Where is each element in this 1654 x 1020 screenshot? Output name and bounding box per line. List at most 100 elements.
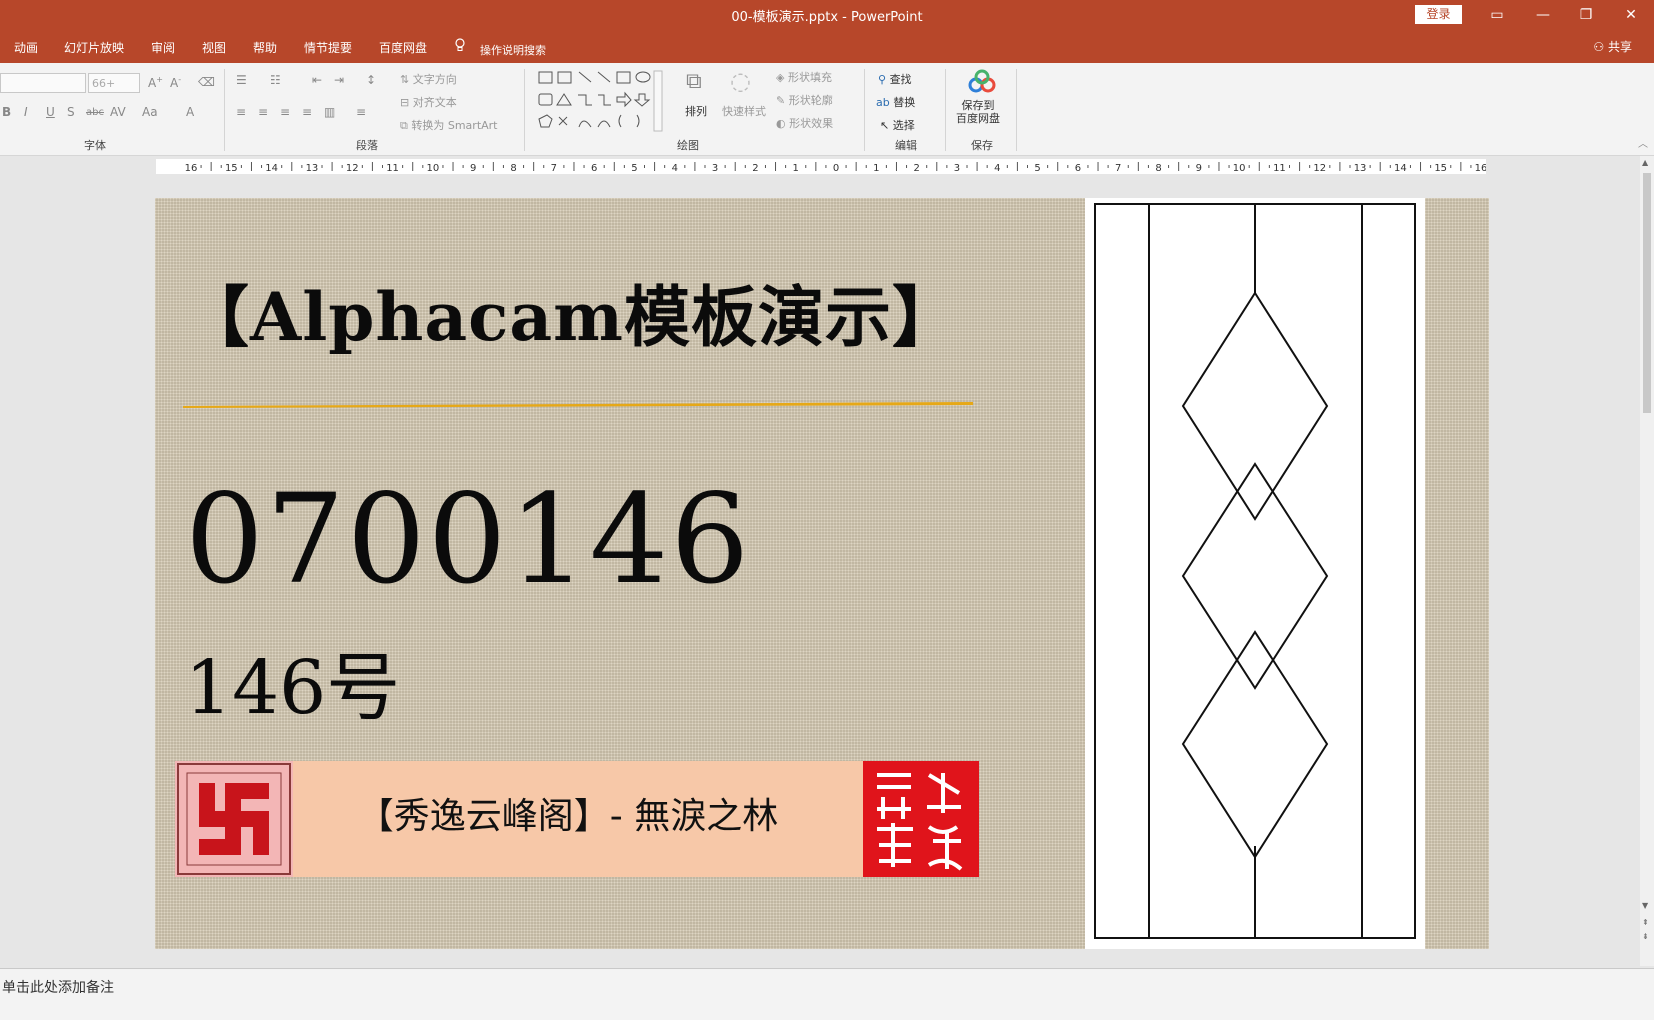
ruler-label: 1 [793,163,799,174]
columns-icon[interactable]: ▥ [324,105,335,119]
clear-format-icon[interactable]: ⌫ [198,75,215,89]
ruler-label: 13 [306,163,319,174]
close-icon[interactable]: ✕ [1608,0,1654,30]
slide-title[interactable]: 【Alphacam模板演示】 [183,264,959,360]
ribbon-display-options-icon[interactable]: ▭ [1474,0,1520,30]
scroll-up-icon[interactable]: ▲ [1642,158,1648,167]
tell-me-search[interactable]: 操作说明搜索 [480,42,546,58]
collapse-ribbon-icon[interactable]: ︿ [1638,135,1648,150]
separator [945,69,946,151]
underline-icon[interactable]: U [46,105,55,119]
bullets-icon[interactable]: ☰ [236,73,247,87]
tab-review[interactable]: 审阅 [151,39,175,56]
group-drawing-label: 绘图 [677,139,699,152]
text-direction-label: 文字方向 [412,73,457,86]
shape-effects-button[interactable]: ◐ 形状效果 [776,115,833,131]
arrange-label[interactable]: 排列 [685,103,707,119]
shrink-font-icon[interactable]: A- [170,75,181,90]
group-save-label: 保存 [971,139,993,152]
convert-smartart-label: 转换为 SmartArt [411,119,498,132]
grow-font-icon[interactable]: A+ [148,75,163,90]
font-name-combo[interactable] [0,73,86,93]
scroll-down-icon[interactable]: ▼ [1642,901,1648,910]
ruler-label: 15 [225,163,238,174]
font-size-combo[interactable]: 66+ [88,73,140,93]
char-spacing-icon[interactable]: AV [110,105,126,119]
align-text-icon: ⊟ [400,96,410,109]
bold-icon[interactable]: B [2,105,11,119]
tab-animations[interactable]: 动画 [14,39,38,56]
tab-help[interactable]: 帮助 [253,39,277,56]
shapes-gallery[interactable] [537,69,663,133]
shape-fill-label: 形状填充 [787,71,832,84]
save-to-baidu-button[interactable]: 保存到 百度网盘 [956,99,1000,125]
ruler-label: 4 [672,163,678,174]
previous-slide-icon[interactable]: ⇞ [1642,918,1649,927]
red-seal-stamp [863,761,979,877]
tab-baidu[interactable]: 百度网盘 [379,39,427,56]
pen-icon: ✎ [776,94,786,107]
effects-icon: ◐ [776,117,786,130]
align-text-button[interactable]: ⊟ 对齐文本 [400,94,457,110]
ruler-label: 8 [510,163,516,174]
notes-pane[interactable]: 单击此处添加备注 [0,968,1654,1020]
next-slide-icon[interactable]: ⇟ [1642,932,1649,941]
share-button[interactable]: ⚇ 共享 [1593,38,1632,55]
italic-icon[interactable]: I [24,105,28,119]
restore-icon[interactable]: ❐ [1563,0,1609,30]
login-button[interactable]: 登录 [1415,5,1462,24]
strikethrough-icon[interactable]: abc [86,107,104,118]
line-spacing-icon[interactable]: ↕ [366,73,376,87]
align-right-icon[interactable]: ≡ [280,105,290,119]
ruler-label: 11 [386,163,399,174]
text-direction-icon: ⇅ [400,73,410,86]
tab-storyboard[interactable]: 情节提要 [304,39,352,56]
replace-label: 替换 [893,96,916,109]
align-left-icon[interactable]: ≡ [236,105,246,119]
ruler-label: 0 [833,163,839,174]
door-drawing[interactable] [1085,198,1425,949]
shape-fill-button[interactable]: ◈ 形状填充 [776,69,832,85]
shape-outline-button[interactable]: ✎ 形状轮廓 [776,92,833,108]
ruler-label: 5 [1034,163,1040,174]
scrollbar-thumb[interactable] [1643,173,1651,413]
title-bar: 00-模板演示.pptx - PowerPoint 登录 ▭ — ❐ ✕ [0,0,1654,30]
ruler-label: 10 [427,163,440,174]
smartart-icon: ⧉ [400,119,408,132]
slide-canvas[interactable]: 【Alphacam模板演示】 0700146 146号 【秀逸云峰阁】- 無淚之… [155,198,1489,949]
shadow-icon[interactable]: S [67,105,75,119]
find-button[interactable]: ⚲ 查找 [878,71,912,87]
align-dropdown-icon[interactable]: ≡ [356,105,366,119]
ribbon: 66+ A+ A- ⌫ B I U S abc AV Aa A 字体 ☰ ☷ ⇤… [0,63,1654,156]
baidu-cloud-icon [968,69,996,93]
ruler-label: 7 [551,163,557,174]
template-number[interactable]: 146号 [185,628,400,735]
ruler-label: 7 [1115,163,1121,174]
tab-slideshow[interactable]: 幻灯片放映 [64,39,124,56]
ruler-label: 15 [1434,163,1447,174]
decrease-indent-icon[interactable]: ⇤ [312,73,322,87]
ruler-label: 10 [1233,163,1246,174]
align-center-icon[interactable]: ≡ [258,105,268,119]
template-code[interactable]: 0700146 [185,468,751,612]
select-button[interactable]: ↖ 选择 [880,117,915,133]
ruler-label: 12 [346,163,359,174]
convert-smartart-button[interactable]: ⧉ 转换为 SmartArt [400,117,498,133]
ruler-label: 9 [1196,163,1202,174]
tab-view[interactable]: 视图 [202,39,226,56]
separator [864,69,865,151]
replace-button[interactable]: ab 替换 [876,94,915,110]
banner[interactable]: 【秀逸云峰阁】- 無淚之林 [175,761,979,877]
numbering-icon[interactable]: ☷ [270,73,281,87]
justify-icon[interactable]: ≡ [302,105,312,119]
increase-indent-icon[interactable]: ⇥ [334,73,344,87]
notes-placeholder[interactable]: 单击此处添加备注 [2,977,114,997]
text-direction-button[interactable]: ⇅ 文字方向 [400,71,457,87]
quick-styles-label[interactable]: 快速样式 [722,103,766,119]
font-color-icon[interactable]: A [186,105,194,119]
minimize-icon[interactable]: — [1520,0,1566,30]
ruler-label: 14 [1394,163,1407,174]
ribbon-tabs: 动画 幻灯片放映 审阅 视图 帮助 情节提要 百度网盘 操作说明搜索 ⚇ 共享 [0,30,1654,63]
change-case-icon[interactable]: Aa [142,105,158,119]
cursor-icon: ↖ [880,119,890,132]
